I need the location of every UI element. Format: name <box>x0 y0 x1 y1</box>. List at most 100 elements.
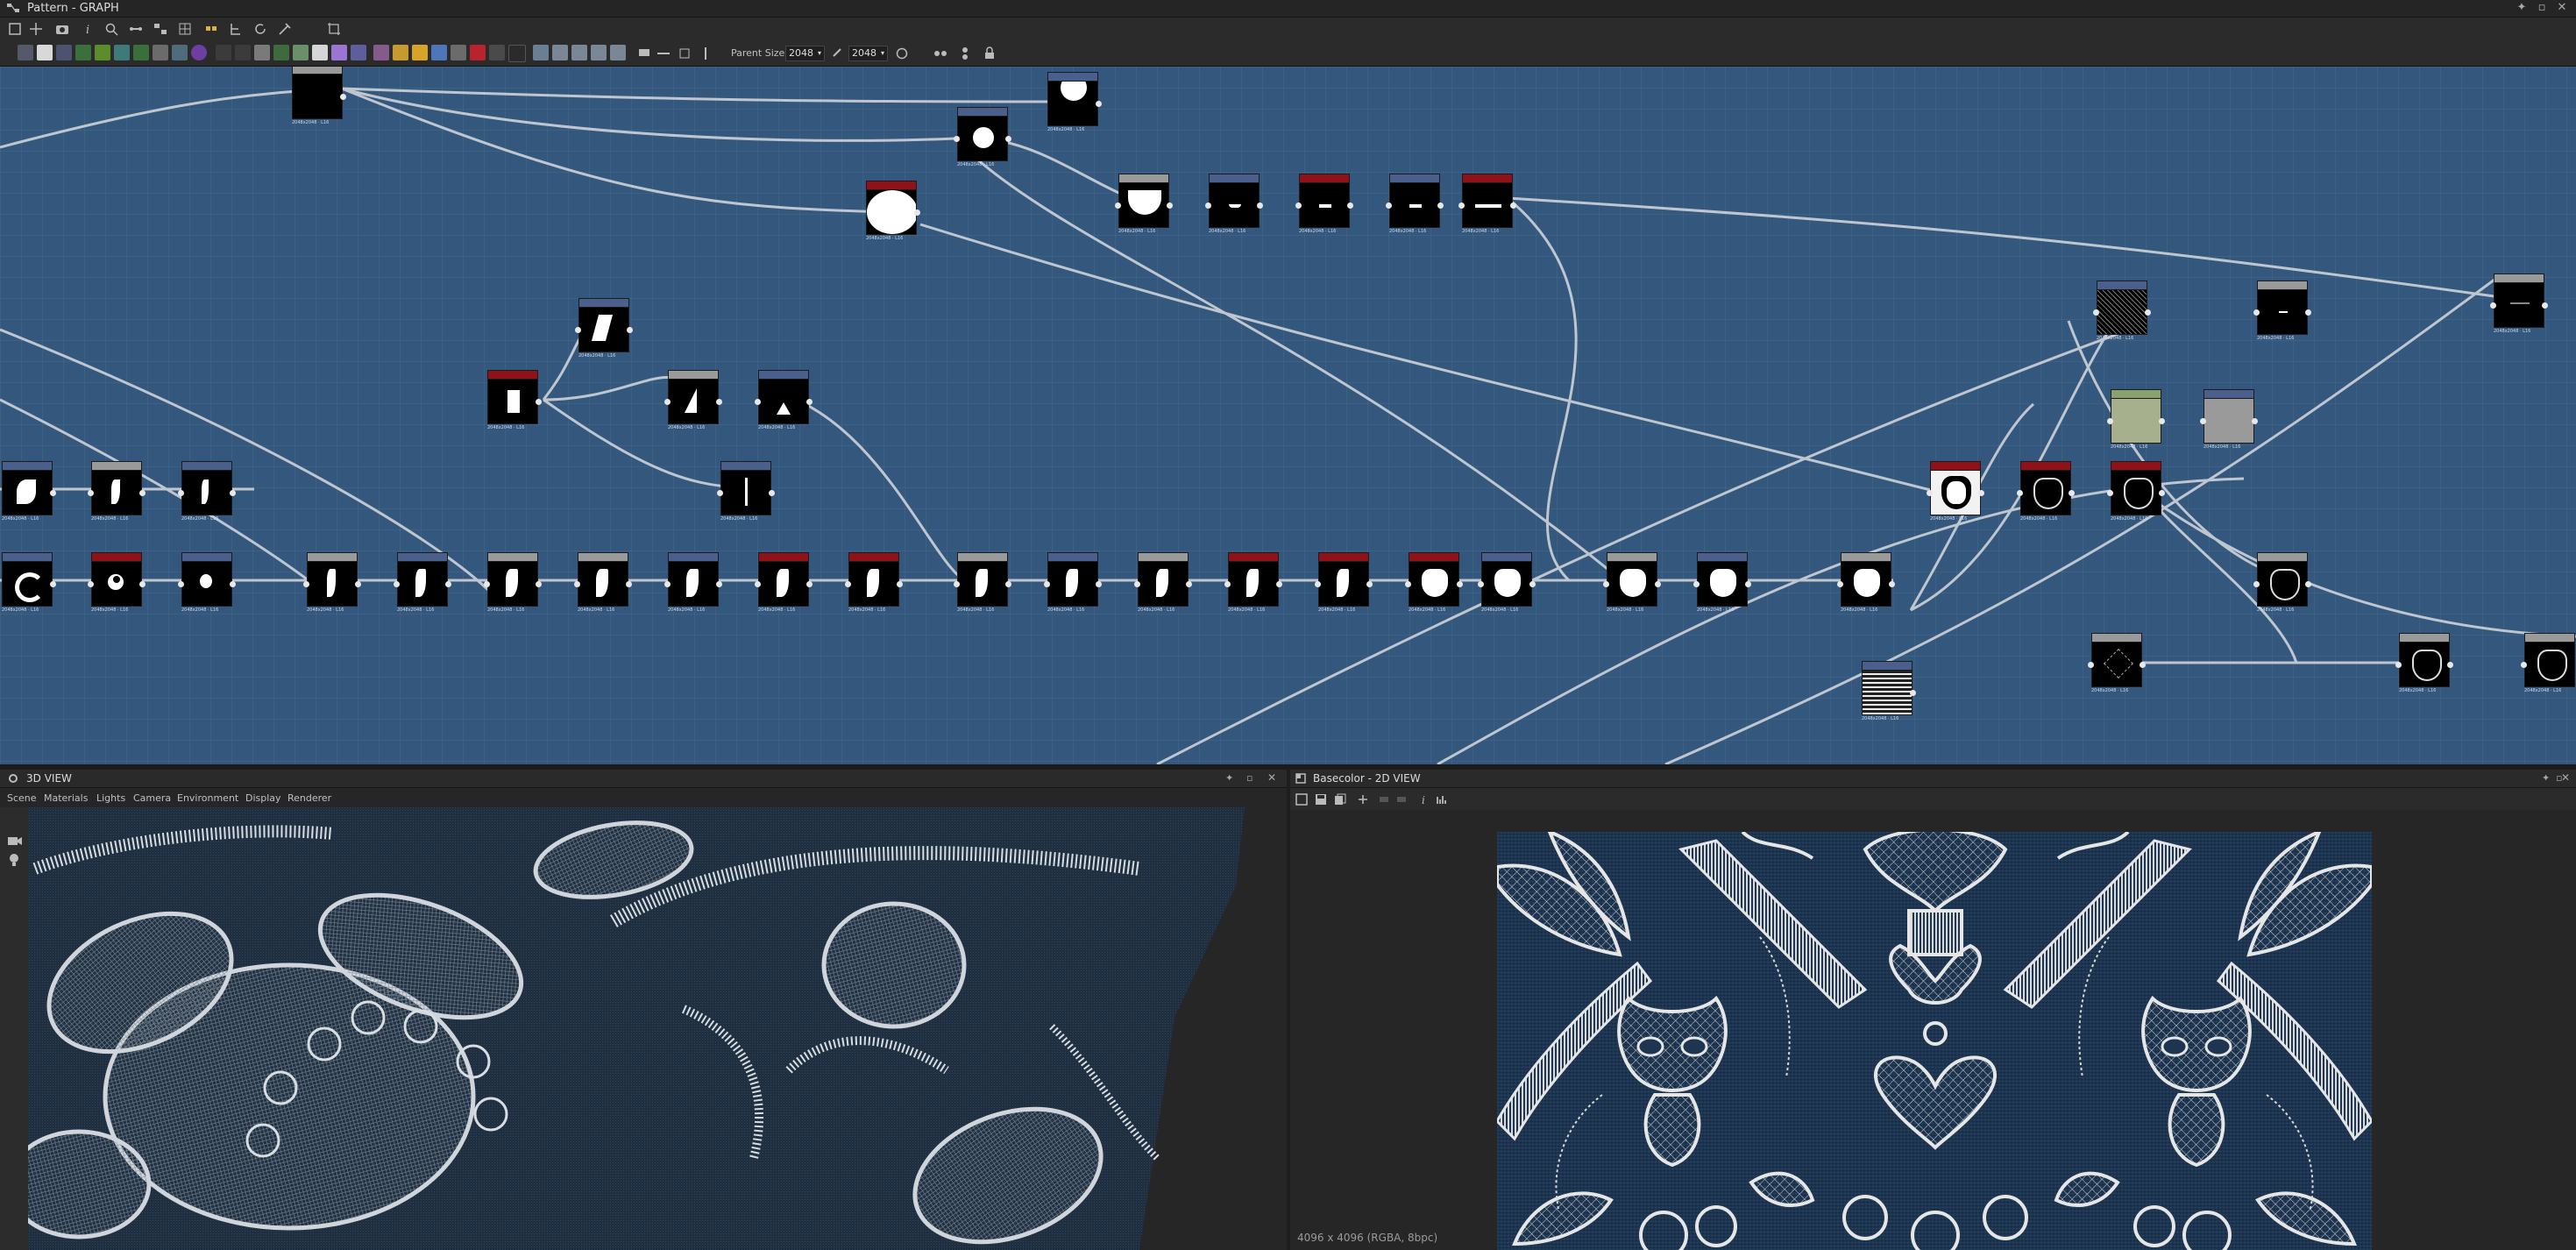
maximize-icon[interactable]: ▫ <box>1246 772 1253 784</box>
frame-node-icon[interactable] <box>656 46 671 61</box>
graph-node[interactable]: 2048x2048 · L16 <box>1458 174 1516 234</box>
graph-node[interactable]: 2048x2048 · L16 <box>1405 552 1463 613</box>
graph-node[interactable]: 2048x2048 · L16 <box>954 107 1011 167</box>
close-icon[interactable]: ✕ <box>1267 771 1276 784</box>
info-icon[interactable]: i <box>81 21 96 37</box>
pin-icon[interactable]: ✦ <box>2542 772 2550 784</box>
graph-node[interactable]: 2048x2048 · L16 <box>845 552 903 613</box>
output-gray-icon[interactable] <box>610 45 626 60</box>
parent-size-select[interactable]: 2048 ▾ <box>785 46 825 61</box>
graph-node[interactable]: 2048x2048 · L16 <box>1478 552 1536 613</box>
graph-node[interactable]: 2048x2048 · L16 <box>1224 552 1282 613</box>
graph-node[interactable]: 2048x2048 · L16 <box>755 552 813 613</box>
blend-icon[interactable] <box>153 45 168 60</box>
layout-icon[interactable] <box>153 21 168 37</box>
graph-node[interactable]: 2048x2048 · L16 <box>2017 461 2075 522</box>
menu-lights[interactable]: Lights <box>96 792 125 804</box>
menu-environment[interactable]: Environment <box>177 792 238 804</box>
graph-node[interactable]: 2048x2048 · L16 <box>954 552 1011 613</box>
histogram-scan-icon[interactable] <box>293 45 309 60</box>
lock-icon[interactable] <box>982 46 997 61</box>
graph-node[interactable]: 2048x2048 · L16 <box>664 552 722 613</box>
graph-node[interactable]: 2048x2048 · L16 <box>1134 552 1192 613</box>
link-icon[interactable] <box>128 21 144 37</box>
reset-icon[interactable] <box>894 46 910 61</box>
compare-icon[interactable] <box>933 46 948 61</box>
blur-icon[interactable] <box>172 45 188 60</box>
navigation-pin-icon[interactable] <box>698 46 713 61</box>
graph-node[interactable]: 2048x2048 · L16 <box>2253 552 2311 613</box>
svg-icon[interactable] <box>412 45 428 60</box>
graph-node[interactable]: 2048x2048 · L16 <box>1927 461 1984 522</box>
transform-icon[interactable] <box>254 45 270 60</box>
crop-icon[interactable] <box>326 21 342 37</box>
graph-node[interactable]: 2048x2048 · L16 <box>575 298 633 359</box>
graph-node[interactable]: 2048x2048 · L16 <box>2490 273 2548 334</box>
distance-icon[interactable] <box>351 45 366 60</box>
graph-node[interactable]: 2048x2048 · L16 <box>2088 633 2146 693</box>
graph-node[interactable]: 2048x2048 · L16 <box>1315 552 1373 613</box>
menu-renderer[interactable]: Renderer <box>287 792 331 804</box>
noise-icon[interactable] <box>75 45 91 60</box>
image-input-icon[interactable] <box>18 45 33 60</box>
graph-node[interactable]: 2048x2048 · L16 <box>755 370 813 430</box>
fx-map-icon[interactable] <box>56 45 72 60</box>
graph-node[interactable]: 2048x2048 · L16 <box>484 552 542 613</box>
output-size-select[interactable]: 2048 ▾ <box>848 46 888 61</box>
sphere-icon[interactable] <box>191 45 207 60</box>
graph-node[interactable]: 2048x2048 · L16 <box>1205 174 1263 234</box>
info-icon[interactable]: i <box>1418 793 1430 806</box>
menu-scene[interactable]: Scene <box>7 792 37 804</box>
copy-icon[interactable] <box>1334 793 1346 806</box>
graph-node[interactable]: 2048x2048 · L16 <box>1047 72 1102 132</box>
light-icon[interactable] <box>9 853 19 867</box>
view3d-viewport[interactable] <box>0 807 1287 1250</box>
graph-node[interactable]: 2048x2048 · L16 <box>2395 633 2453 693</box>
refresh-icon[interactable] <box>252 21 268 37</box>
menu-camera[interactable]: Camera <box>133 792 171 804</box>
fit-icon[interactable] <box>1295 793 1308 806</box>
graph-node[interactable]: 2048x2048 · L16 <box>717 461 775 522</box>
gradient-icon[interactable] <box>95 45 110 60</box>
graph-node[interactable]: 2048x2048 · L16 <box>574 552 632 613</box>
graph-node[interactable]: 2048x2048 · L16 <box>303 552 361 613</box>
output-icon[interactable] <box>533 45 549 60</box>
graph-node[interactable]: 2048x2048 · L16 <box>866 181 920 241</box>
close-icon[interactable]: ✕ <box>2554 1 2570 14</box>
graph-node[interactable]: 2048x2048 · L16 <box>1603 552 1661 613</box>
save-icon[interactable] <box>1315 793 1327 806</box>
graph-node[interactable]: 2048x2048 · L16 <box>292 67 346 125</box>
pin-icon[interactable]: ✦ <box>1225 772 1233 784</box>
pixel-processor-icon[interactable] <box>489 45 505 60</box>
pin-node-icon[interactable] <box>677 46 692 61</box>
graph-node[interactable]: 2048x2048 · L16 <box>2 461 56 522</box>
uniform-color-icon[interactable] <box>37 45 53 60</box>
graph-node[interactable]: 2048x2048 · L16 <box>88 552 145 613</box>
levels-icon[interactable] <box>133 45 149 60</box>
graph-node[interactable]: 2048x2048 · L16 <box>2107 461 2165 522</box>
graph-node[interactable]: 2048x2048 · L16 <box>1837 552 1895 613</box>
graph-node[interactable]: 2048x2048 · L16 <box>1044 552 1102 613</box>
pin-icon[interactable]: ✦ <box>2514 1 2530 14</box>
graph-node[interactable]: 2048x2048 · L16 <box>1295 174 1353 234</box>
normal-icon[interactable] <box>451 45 466 60</box>
warp-icon[interactable] <box>114 45 130 60</box>
bitmap-icon[interactable] <box>216 45 231 60</box>
graph-node[interactable]: 2048x2048 · L16 <box>1386 174 1444 234</box>
frame-icon[interactable] <box>7 21 23 37</box>
graph-node[interactable]: 2048x2048 · L16 <box>1862 661 1916 721</box>
graph-node[interactable]: 2048x2048 · L16 <box>394 552 451 613</box>
graph-settings-icon[interactable] <box>957 46 973 61</box>
graph-node[interactable]: 2048x2048 · L16 <box>2 552 56 613</box>
input-gray-icon[interactable] <box>571 45 587 60</box>
grayscale-icon[interactable] <box>373 45 389 60</box>
tools-icon[interactable] <box>277 21 293 37</box>
graph-node[interactable]: 2048x2048 · L16 <box>487 370 542 430</box>
channel-shuffle-icon[interactable] <box>431 45 447 60</box>
menu-display[interactable]: Display <box>245 792 281 804</box>
input-color-icon[interactable] <box>552 45 568 60</box>
histogram-icon[interactable] <box>1436 793 1448 806</box>
value-processor-icon[interactable] <box>508 45 526 62</box>
comment-icon[interactable] <box>636 46 652 61</box>
maximize-icon[interactable]: ▫ <box>2534 1 2550 14</box>
